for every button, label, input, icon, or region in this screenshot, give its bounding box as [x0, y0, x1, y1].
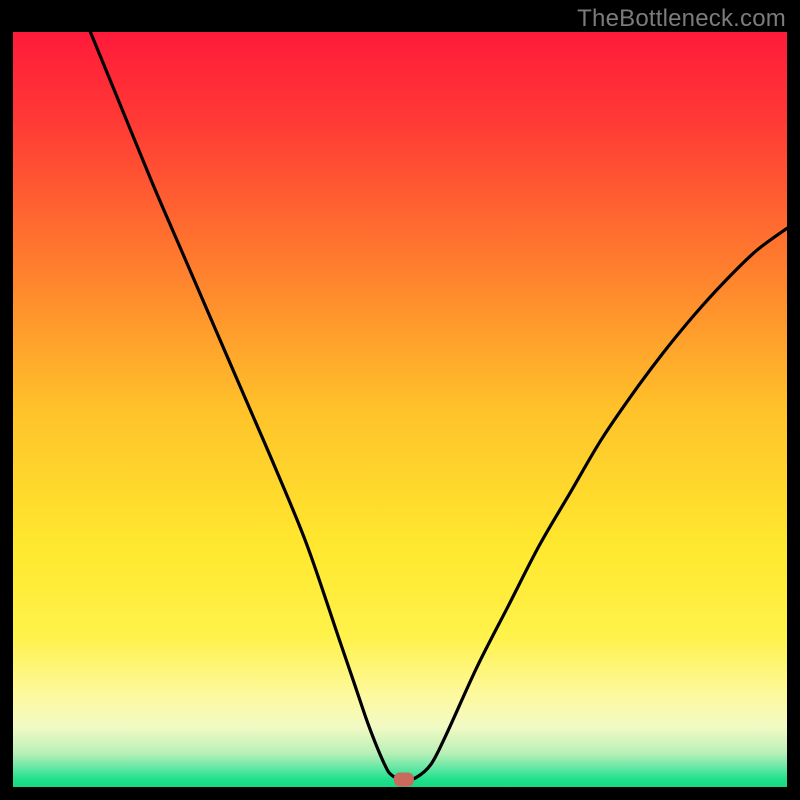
bottleneck-curve — [13, 32, 787, 787]
chart-stage: TheBottleneck.com — [0, 0, 800, 800]
optimum-marker — [394, 772, 414, 786]
watermark-text: TheBottleneck.com — [577, 5, 786, 33]
plot-frame — [13, 32, 787, 787]
plot-area — [13, 32, 787, 787]
